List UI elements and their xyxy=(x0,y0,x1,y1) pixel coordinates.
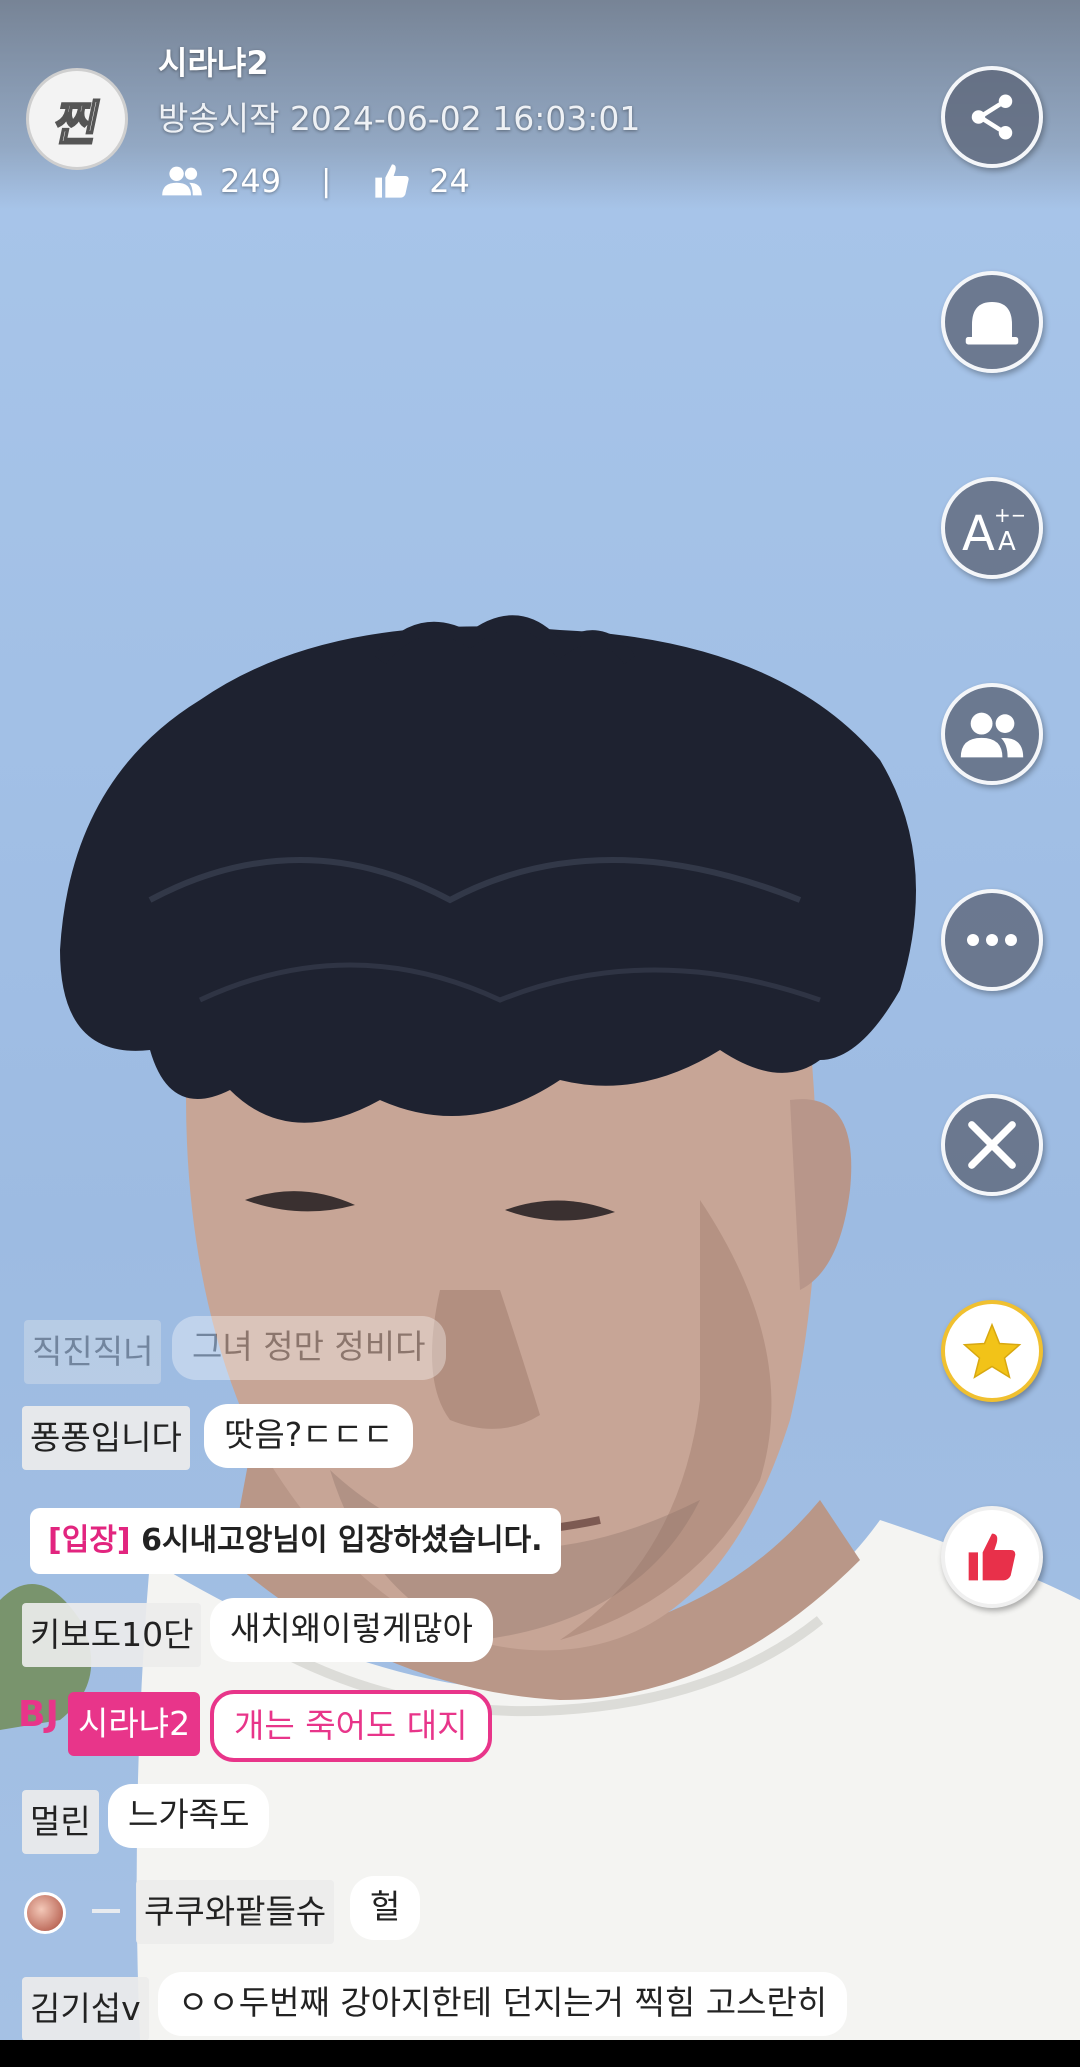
like-button[interactable] xyxy=(941,1506,1043,1608)
close-icon xyxy=(968,1121,1016,1169)
stream-stats: 249 | 24 xyxy=(160,158,470,204)
viewers-icon xyxy=(162,166,202,196)
chat-nick[interactable]: 퐁퐁입니다 xyxy=(22,1406,190,1470)
font-size-button[interactable]: A +− A xyxy=(941,477,1043,579)
stats-separator: | xyxy=(321,163,332,199)
chat-message: 땃음?ㄷㄷㄷ xyxy=(204,1404,414,1468)
chat-message: 그녀 정만 정비다 xyxy=(172,1316,446,1380)
share-button[interactable] xyxy=(941,66,1043,168)
viewers-list-button[interactable] xyxy=(941,683,1043,785)
entry-text: 6시내고앙님이 입장하셨습니다. xyxy=(130,1523,543,1558)
chat-avatar[interactable] xyxy=(24,1892,66,1934)
chat-nick[interactable]: 직진직너 xyxy=(24,1320,162,1384)
system-navigation-bar xyxy=(0,2040,1080,2067)
chat-nick[interactable]: 멀린 xyxy=(22,1790,99,1854)
viewer-count: 249 xyxy=(220,162,282,200)
channel-logo[interactable]: 찐 xyxy=(26,68,128,170)
chat-nick[interactable]: 쿠쿠와팥들슈 xyxy=(136,1880,335,1944)
bj-badge: BJ xyxy=(18,1694,59,1735)
broadcast-start-time: 방송시작 2024-06-02 16:03:01 xyxy=(158,99,641,138)
chat-dash xyxy=(92,1909,120,1913)
svg-text:+−: +− xyxy=(994,503,1024,527)
like-count: 24 xyxy=(429,162,470,200)
chat-message: 헐 xyxy=(350,1876,421,1940)
chat-nick[interactable]: 김기섭v xyxy=(22,1977,149,2041)
star-icon xyxy=(962,1322,1022,1379)
system-entry-message: [입장] 6시내고앙님이 입장하셨습니다. xyxy=(30,1508,561,1574)
bj-message: 개는 죽어도 대지 xyxy=(210,1690,492,1762)
share-icon xyxy=(971,94,1013,140)
close-button[interactable] xyxy=(941,1094,1043,1196)
people-icon xyxy=(960,712,1024,758)
chat-message: 새치왜이렇게많아 xyxy=(210,1598,493,1662)
thumbs-up-icon xyxy=(968,1533,1016,1581)
bj-nick[interactable]: 시라냐2 xyxy=(68,1692,201,1756)
svg-text:A: A xyxy=(962,506,995,557)
streamer-name: 시라냐2 xyxy=(158,44,269,82)
svg-text:A: A xyxy=(998,527,1016,557)
favorite-button[interactable] xyxy=(941,1300,1043,1402)
entry-tag: [입장] xyxy=(48,1523,131,1558)
likes-icon xyxy=(375,164,409,198)
chat-nick[interactable]: 키보도10단 xyxy=(22,1603,202,1667)
more-icon xyxy=(967,934,1017,946)
bell-icon xyxy=(965,302,1019,345)
more-button[interactable] xyxy=(941,889,1043,991)
font-size-icon: A +− A xyxy=(962,503,1024,557)
chat-message: 느가족도 xyxy=(108,1784,270,1848)
chat-message: ㅇㅇ두번째 강아지한테 던지는거 찍힘 고스란히 xyxy=(158,1972,848,2036)
notification-button[interactable] xyxy=(941,271,1043,373)
